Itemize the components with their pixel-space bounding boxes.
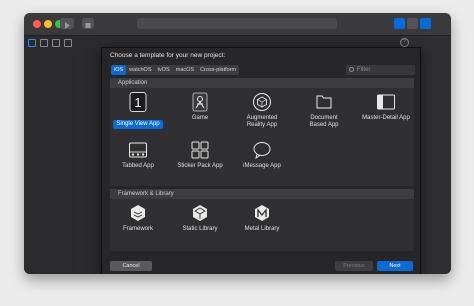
template-single-view-app[interactable]: 1 Single View App — [107, 92, 169, 130]
template-label: Tabbed App — [122, 163, 154, 169]
source-control-icon[interactable] — [40, 39, 48, 47]
tab-tvos[interactable]: tvOS — [155, 65, 173, 75]
tabbed-app-icon — [128, 140, 148, 160]
template-label: Framework — [122, 226, 153, 232]
template-augmented-reality-app[interactable]: Augmented Reality App — [231, 92, 293, 129]
tab-watchos[interactable]: watchOS — [126, 65, 154, 75]
augmented-reality-icon — [252, 92, 272, 112]
stop-button[interactable] — [82, 18, 94, 29]
navigator-selector-bar — [24, 36, 76, 50]
template-label: Sticker Pack App — [177, 163, 223, 169]
navigator-toggle-button[interactable] — [394, 18, 405, 29]
debug-area-toggle-button[interactable] — [407, 18, 418, 29]
minimize-window-button[interactable] — [44, 20, 52, 28]
run-button[interactable] — [60, 18, 74, 29]
game-icon — [190, 92, 210, 112]
section-title: Application — [118, 80, 148, 86]
template-tabbed-app[interactable]: Tabbed App — [107, 140, 169, 170]
template-label: Augmented Reality App — [246, 115, 278, 128]
tab-cross-platform[interactable]: Cross-platform — [197, 65, 239, 75]
template-framework[interactable]: Framework — [107, 203, 169, 233]
filter-icon — [349, 67, 354, 72]
find-navigator-icon[interactable] — [64, 39, 72, 47]
svg-text:1: 1 — [134, 95, 141, 110]
template-master-detail-app[interactable]: Master-Detail App — [355, 92, 417, 122]
master-detail-icon — [376, 92, 396, 112]
filter-field[interactable]: Filter — [346, 65, 415, 75]
navigator-area — [24, 50, 76, 274]
next-button[interactable]: Next — [377, 261, 413, 271]
framework-icon — [128, 203, 148, 223]
template-label: Master-Detail App — [362, 115, 410, 121]
inspector-toggle-button[interactable] — [420, 18, 431, 29]
template-imessage-app[interactable]: iMessage App — [231, 140, 293, 170]
section-header: Framework & Library — [110, 189, 414, 199]
document-based-icon — [314, 92, 334, 112]
framework-library-section: Framework & Library Framework Static Lib… — [110, 189, 414, 251]
single-view-app-icon: 1 — [128, 92, 148, 112]
template-label: Static Library — [182, 226, 218, 232]
template-static-library[interactable]: Static Library — [169, 203, 231, 233]
symbol-navigator-icon[interactable] — [52, 39, 60, 47]
previous-button[interactable]: Previous — [335, 261, 373, 271]
template-document-based-app[interactable]: Document Based App — [293, 92, 355, 129]
window-toolbar — [24, 13, 451, 36]
template-game[interactable]: Game — [169, 92, 231, 122]
template-label: Game — [191, 115, 209, 121]
section-title: Framework & Library — [118, 191, 174, 197]
tab-ios[interactable]: iOS — [111, 65, 127, 75]
template-metal-library[interactable]: Metal Library — [231, 203, 293, 233]
sticker-pack-icon — [190, 140, 210, 160]
section-header: Application — [110, 78, 414, 88]
new-project-sheet: Choose a template for your new project: … — [101, 47, 421, 274]
template-label: Document Based App — [309, 115, 339, 128]
help-icon[interactable]: ? — [400, 38, 409, 47]
static-library-icon — [190, 203, 210, 223]
application-section: Application 1 Single View App Game Augme… — [110, 78, 414, 186]
close-window-button[interactable] — [33, 20, 41, 28]
template-label: Metal Library — [244, 226, 280, 232]
play-icon — [65, 22, 70, 29]
template-sticker-pack-app[interactable]: Sticker Pack App — [169, 140, 231, 170]
filter-placeholder: Filter — [357, 67, 371, 73]
cancel-button[interactable]: Cancel — [110, 261, 152, 271]
xcode-window: ? ction Choose a template for your new p… — [24, 13, 451, 274]
imessage-app-icon — [252, 140, 272, 160]
activity-viewer — [137, 18, 337, 29]
platform-tabs: iOS watchOS tvOS macOS Cross-platform — [111, 65, 240, 75]
stop-icon — [85, 23, 91, 28]
tab-macos[interactable]: macOS — [173, 65, 197, 75]
metal-library-icon — [252, 203, 272, 223]
sheet-prompt: Choose a template for your new project: — [110, 52, 226, 59]
template-label: Single View App — [113, 120, 163, 129]
template-label: iMessage App — [243, 163, 281, 169]
project-navigator-icon[interactable] — [28, 39, 36, 47]
